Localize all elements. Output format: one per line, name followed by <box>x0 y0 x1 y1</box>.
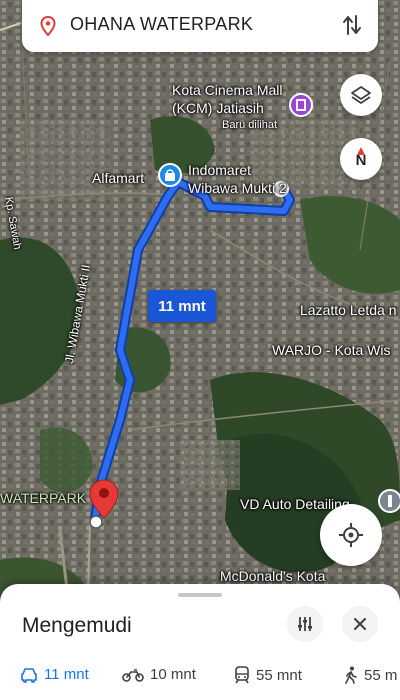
poi-label-warjo[interactable]: WARJO - Kota Wis <box>272 342 391 358</box>
mode-walking[interactable]: 55 m <box>344 666 397 684</box>
destination-text[interactable]: OHANA WATERPARK <box>70 14 253 35</box>
poi-sublabel-kcm: Baru dilihat <box>222 119 278 131</box>
poi-label-mcdonalds[interactable]: McDonald's Kota <box>220 568 325 584</box>
close-icon <box>354 618 366 630</box>
poi-label-alfamart[interactable]: Alfamart <box>92 170 144 186</box>
mode-motorbike[interactable]: 10 mnt <box>122 666 196 683</box>
layers-icon <box>351 86 371 104</box>
poi-label-indomaret[interactable]: Indomaret <box>188 162 251 178</box>
layers-button[interactable] <box>340 74 382 116</box>
mode-driving[interactable]: 11 mnt <box>20 666 89 683</box>
swap-icon[interactable] <box>342 14 362 36</box>
mode-walking-time: 55 m <box>364 666 398 684</box>
sheet-title: Mengemudi <box>22 614 132 637</box>
poi-label-lazatto[interactable]: Lazatto Letda n <box>300 302 397 318</box>
crosshair-icon <box>339 523 363 547</box>
compass-letter: N <box>355 152 367 169</box>
car-icon <box>21 667 37 683</box>
cinema-icon[interactable] <box>288 92 314 118</box>
destination-pin-icon[interactable] <box>88 478 120 520</box>
motorbike-icon <box>122 668 144 682</box>
destination-bar[interactable]: OHANA WATERPARK <box>22 0 378 52</box>
drag-handle[interactable] <box>178 593 222 597</box>
travel-modes: 11 mnt 10 mnt 55 mnt 55 m <box>0 666 400 696</box>
mode-transit[interactable]: 55 mnt <box>234 666 302 684</box>
car-service-icon[interactable] <box>377 488 400 514</box>
location-pin-icon <box>40 16 56 36</box>
poi-label-waterpark[interactable]: WATERPARK <box>0 490 86 506</box>
poi-label-kcm[interactable]: Kota Cinema Mall <box>172 82 283 98</box>
my-location-button[interactable] <box>320 504 382 566</box>
poi-label-kcm-2[interactable]: (KCM) Jatiasih <box>172 100 264 116</box>
tune-icon <box>298 617 312 631</box>
mode-transit-time: 55 mnt <box>256 666 302 684</box>
poi-label-indomaret-2[interactable]: Wibawa Mukti 2 <box>188 180 287 196</box>
walk-icon <box>345 666 357 684</box>
mode-motorbike-time: 10 mnt <box>150 666 196 683</box>
directions-sheet[interactable]: Mengemudi 11 mnt 10 mnt 55 mnt 55 m <box>0 584 400 700</box>
options-button[interactable] <box>287 606 323 642</box>
compass-button[interactable]: N <box>340 138 382 180</box>
store-icon[interactable] <box>157 162 183 188</box>
transit-icon <box>235 666 249 684</box>
close-button[interactable] <box>342 606 378 642</box>
mode-driving-time: 11 mnt <box>44 666 89 683</box>
eta-badge[interactable]: 11 mnt <box>148 290 216 322</box>
